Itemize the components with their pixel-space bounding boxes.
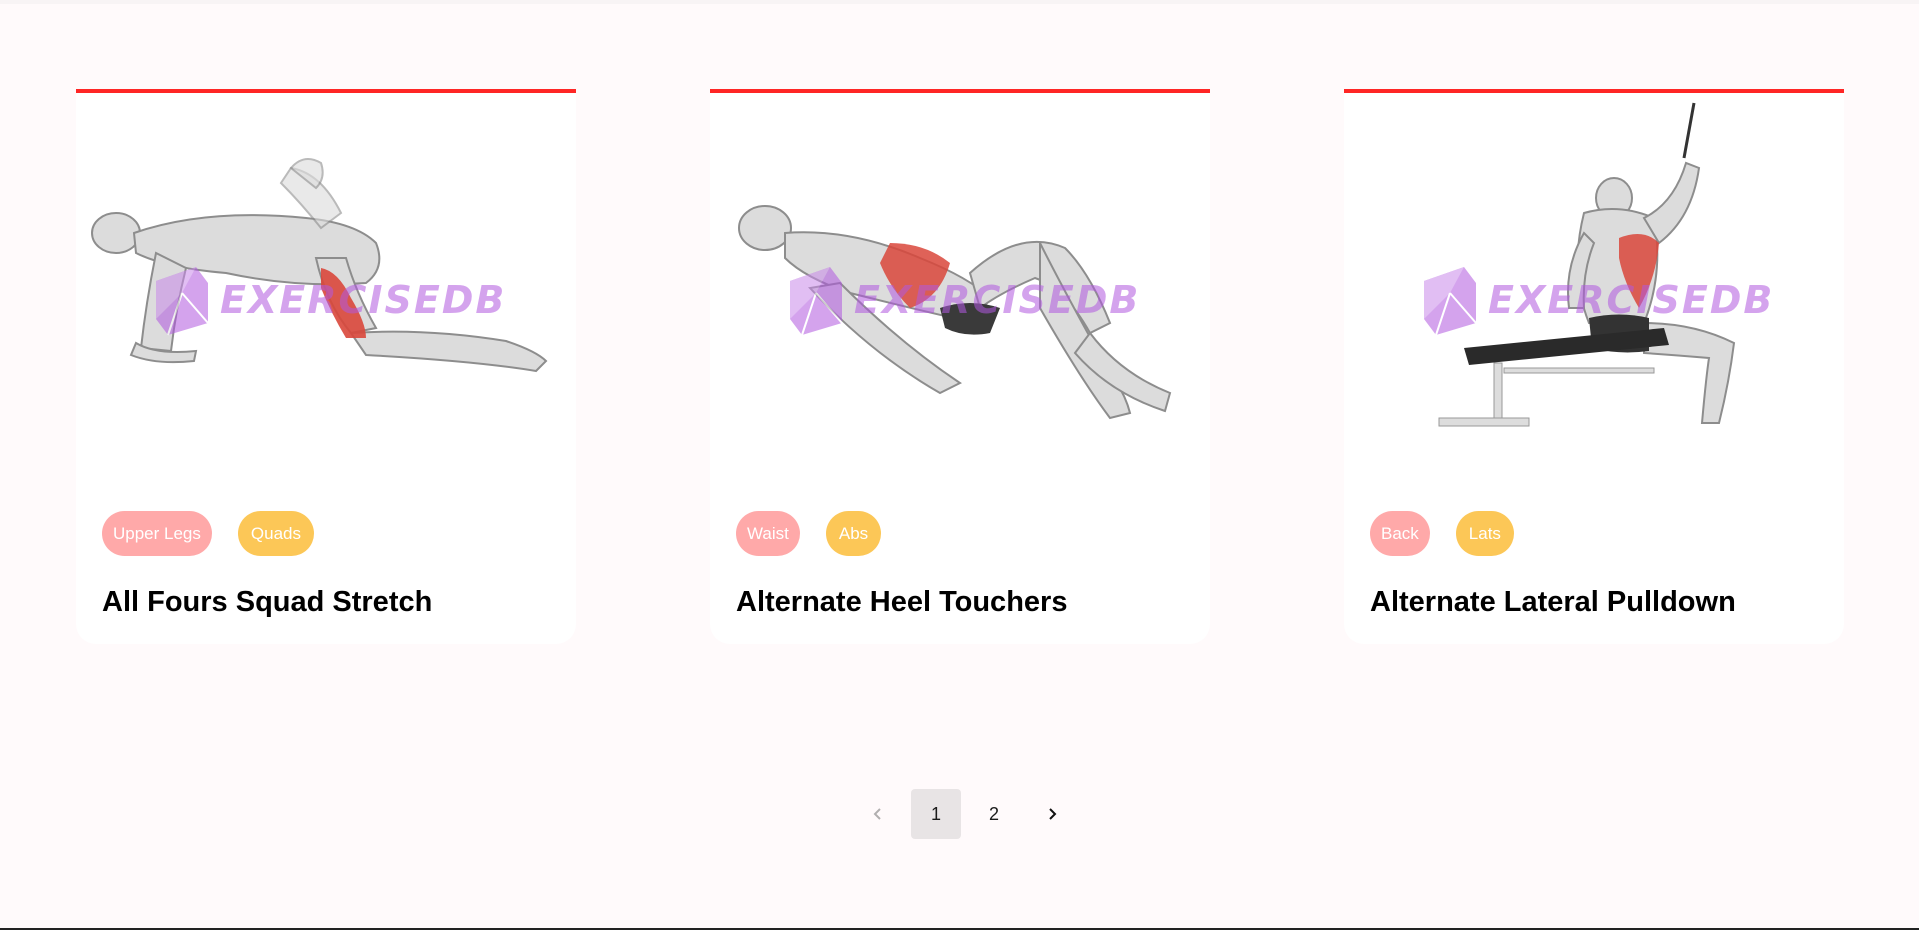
- prev-page-button[interactable]: [853, 789, 903, 839]
- page-button-1[interactable]: 1: [911, 789, 961, 839]
- body-part-tag[interactable]: Upper Legs: [102, 511, 212, 556]
- cube-logo-icon: [790, 267, 843, 336]
- exercise-gif: EXERCISEDB: [76, 93, 576, 501]
- page-button-2[interactable]: 2: [969, 789, 1019, 839]
- exercises-page: EXERCISEDB Upper Legs Quads All Fours Sq…: [0, 0, 1919, 930]
- watermark: EXERCISEDB: [786, 263, 1140, 337]
- top-strip: [0, 0, 1919, 4]
- watermark: EXERCISEDB: [1420, 263, 1774, 337]
- watermark: EXERCISEDB: [152, 263, 506, 337]
- exercise-name: Alternate Heel Touchers: [736, 586, 1068, 618]
- body-part-tag[interactable]: Back: [1370, 511, 1430, 556]
- watermark-text: EXERCISEDB: [854, 278, 1141, 322]
- exercise-tags: Upper Legs Quads: [102, 511, 314, 556]
- exercise-tags: Back Lats: [1370, 511, 1514, 556]
- chevron-left-icon: [873, 808, 881, 820]
- cube-logo-icon: [156, 267, 209, 336]
- body-part-tag[interactable]: Waist: [736, 511, 800, 556]
- pagination: 1 2: [853, 789, 1077, 839]
- watermark-text: EXERCISEDB: [1488, 278, 1775, 322]
- chevron-right-icon: [1049, 808, 1057, 820]
- target-tag[interactable]: Quads: [237, 511, 314, 556]
- exercise-gif: EXERCISEDB: [1344, 93, 1844, 501]
- exercise-name: All Fours Squad Stretch: [102, 586, 433, 618]
- exercise-name: Alternate Lateral Pulldown: [1370, 586, 1736, 618]
- next-page-button[interactable]: [1027, 789, 1077, 839]
- cube-logo-icon: [1424, 267, 1477, 336]
- watermark-text: EXERCISEDB: [220, 278, 507, 322]
- exercise-tags: Waist Abs: [736, 511, 882, 556]
- target-tag[interactable]: Abs: [825, 511, 882, 556]
- exercise-card[interactable]: EXERCISEDB Back Lats Alternate Lateral P…: [1344, 89, 1844, 644]
- exercise-card[interactable]: EXERCISEDB Waist Abs Alternate Heel Touc…: [710, 89, 1210, 644]
- exercise-card[interactable]: EXERCISEDB Upper Legs Quads All Fours Sq…: [76, 89, 576, 644]
- target-tag[interactable]: Lats: [1455, 511, 1514, 556]
- exercise-gif: EXERCISEDB: [710, 93, 1210, 501]
